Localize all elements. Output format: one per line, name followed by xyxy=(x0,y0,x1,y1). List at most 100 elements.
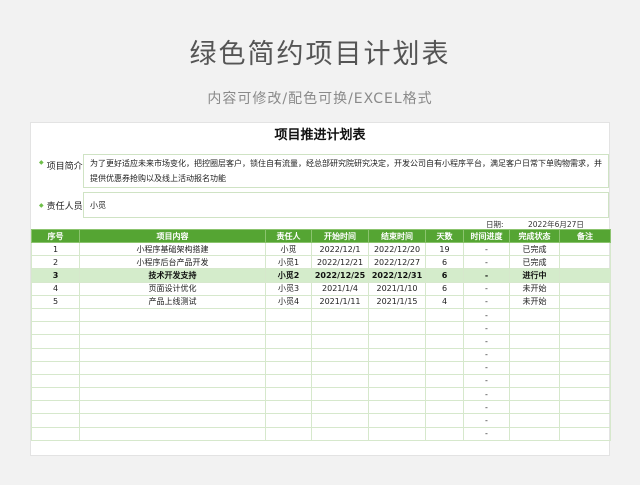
cell-note[interactable] xyxy=(559,373,611,389)
cell-end[interactable] xyxy=(368,400,426,415)
cell-note[interactable] xyxy=(559,321,611,336)
cell-progress[interactable]: - xyxy=(463,307,510,323)
cell-days[interactable]: 19 xyxy=(425,241,464,257)
cell-days[interactable] xyxy=(425,373,464,389)
cell-progress[interactable]: - xyxy=(463,294,510,309)
cell-note[interactable] xyxy=(559,413,611,428)
column-header-note[interactable]: 备注 xyxy=(559,229,611,243)
cell-status[interactable] xyxy=(509,360,560,375)
cell-progress[interactable]: - xyxy=(463,360,510,375)
cell-progress[interactable]: - xyxy=(463,321,510,336)
cell-task[interactable]: 技术开发支持 xyxy=(79,268,266,283)
column-header-owner[interactable]: 责任人 xyxy=(265,229,312,243)
cell-start[interactable] xyxy=(311,347,369,362)
cell-start[interactable]: 2022/12/21 xyxy=(311,255,369,270)
cell-end[interactable]: 2022/12/31 xyxy=(368,268,426,283)
cell-start[interactable] xyxy=(311,387,369,402)
cell-status[interactable]: 已完成 xyxy=(509,241,560,257)
cell-status[interactable] xyxy=(509,373,560,389)
cell-no[interactable] xyxy=(31,334,80,349)
cell-progress[interactable]: - xyxy=(463,241,510,257)
sheet-title[interactable]: 项目推进计划表 xyxy=(31,125,609,147)
cell-days[interactable]: 6 xyxy=(425,281,464,296)
column-header-no[interactable]: 序号 xyxy=(31,229,80,243)
column-header-task[interactable]: 项目内容 xyxy=(79,229,266,243)
cell-no[interactable] xyxy=(31,413,80,428)
cell-progress[interactable]: - xyxy=(463,334,510,349)
cell-status[interactable]: 未开始 xyxy=(509,294,560,309)
cell-status[interactable] xyxy=(509,307,560,323)
cell-task[interactable] xyxy=(79,373,266,389)
cell-days[interactable]: 6 xyxy=(425,255,464,270)
cell-note[interactable] xyxy=(559,255,611,270)
cell-note[interactable] xyxy=(559,268,611,283)
cell-no[interactable] xyxy=(31,307,80,323)
cell-days[interactable] xyxy=(425,307,464,323)
cell-days[interactable] xyxy=(425,387,464,402)
column-header-days[interactable]: 天数 xyxy=(425,229,464,243)
cell-progress[interactable]: - xyxy=(463,400,510,415)
cell-start[interactable]: 2022/12/25 xyxy=(311,268,369,283)
cell-no[interactable]: 3 xyxy=(31,268,80,283)
cell-end[interactable] xyxy=(368,387,426,402)
cell-task[interactable] xyxy=(79,360,266,375)
cell-task[interactable] xyxy=(79,387,266,402)
cell-days[interactable] xyxy=(425,360,464,375)
cell-owner[interactable] xyxy=(265,334,312,349)
cell-progress[interactable]: - xyxy=(463,281,510,296)
column-header-start[interactable]: 开始时间 xyxy=(311,229,369,243)
cell-task[interactable]: 页面设计优化 xyxy=(79,281,266,296)
cell-owner[interactable] xyxy=(265,360,312,375)
cell-start[interactable] xyxy=(311,373,369,389)
cell-start[interactable]: 2021/1/4 xyxy=(311,281,369,296)
cell-task[interactable] xyxy=(79,426,266,441)
cell-end[interactable]: 2021/1/10 xyxy=(368,281,426,296)
cell-end[interactable] xyxy=(368,321,426,336)
cell-task[interactable]: 小程序后台产品开发 xyxy=(79,255,266,270)
cell-no[interactable] xyxy=(31,387,80,402)
cell-no[interactable] xyxy=(31,373,80,389)
cell-status[interactable] xyxy=(509,347,560,362)
cell-progress[interactable]: - xyxy=(463,373,510,389)
cell-start[interactable] xyxy=(311,426,369,441)
cell-task[interactable]: 产品上线测试 xyxy=(79,294,266,309)
project-intro-label-cell[interactable]: ◆ 项目简介 xyxy=(31,154,83,188)
cell-end[interactable] xyxy=(368,373,426,389)
cell-end[interactable] xyxy=(368,426,426,441)
cell-note[interactable] xyxy=(559,347,611,362)
cell-start[interactable] xyxy=(311,413,369,428)
cell-days[interactable] xyxy=(425,321,464,336)
cell-note[interactable] xyxy=(559,334,611,349)
cell-owner[interactable] xyxy=(265,321,312,336)
cell-start[interactable] xyxy=(311,307,369,323)
cell-end[interactable]: 2022/12/27 xyxy=(368,255,426,270)
cell-end[interactable]: 2021/1/15 xyxy=(368,294,426,309)
cell-no[interactable] xyxy=(31,426,80,441)
cell-no[interactable]: 5 xyxy=(31,294,80,309)
column-header-end[interactable]: 结束时间 xyxy=(368,229,426,243)
cell-task[interactable] xyxy=(79,347,266,362)
cell-status[interactable] xyxy=(509,334,560,349)
cell-owner[interactable]: 小觅 xyxy=(265,241,312,257)
cell-note[interactable] xyxy=(559,360,611,375)
cell-end[interactable]: 2022/12/20 xyxy=(368,241,426,257)
cell-progress[interactable]: - xyxy=(463,347,510,362)
cell-end[interactable] xyxy=(368,307,426,323)
cell-owner[interactable] xyxy=(265,347,312,362)
cell-status[interactable] xyxy=(509,426,560,441)
cell-task[interactable] xyxy=(79,334,266,349)
cell-owner[interactable]: 小觅2 xyxy=(265,268,312,283)
cell-no[interactable] xyxy=(31,400,80,415)
cell-owner[interactable] xyxy=(265,307,312,323)
cell-days[interactable]: 4 xyxy=(425,294,464,309)
cell-owner[interactable] xyxy=(265,413,312,428)
cell-start[interactable] xyxy=(311,400,369,415)
cell-note[interactable] xyxy=(559,241,611,257)
cell-start[interactable] xyxy=(311,360,369,375)
cell-no[interactable]: 4 xyxy=(31,281,80,296)
cell-status[interactable] xyxy=(509,400,560,415)
cell-note[interactable] xyxy=(559,387,611,402)
cell-status[interactable]: 未开始 xyxy=(509,281,560,296)
cell-no[interactable]: 2 xyxy=(31,255,80,270)
cell-status[interactable] xyxy=(509,413,560,428)
